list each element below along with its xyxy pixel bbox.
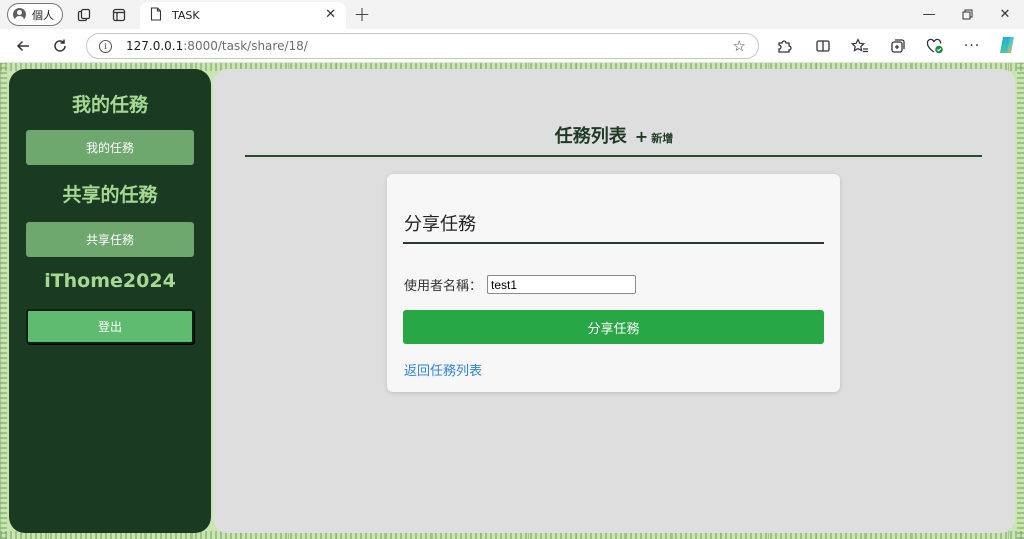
pattern-border-right <box>1017 63 1024 539</box>
username-input[interactable] <box>487 275 636 294</box>
pattern-border-left <box>0 63 7 539</box>
header-divider <box>245 155 982 157</box>
active-tab[interactable]: TASK ✕ <box>140 2 346 29</box>
close-tab-icon[interactable]: ✕ <box>325 7 336 22</box>
profile-label: 個人 <box>32 8 54 22</box>
my-tasks-button[interactable]: 我的任務 <box>26 130 194 165</box>
workspaces-icon[interactable] <box>74 5 94 25</box>
shared-tasks-button[interactable]: 共享任務 <box>26 222 194 257</box>
back-to-list-link[interactable]: 返回任務列表 <box>404 360 482 379</box>
plus-icon: + <box>634 127 649 146</box>
url-input[interactable]: i 127.0.0.1:8000/task/share/18/ ☆ <box>86 33 759 59</box>
main-panel: 任務列表 + 新增 分享任務 使用者名稱： 分享任務 返回任務列表 <box>213 69 1015 533</box>
favorites-icon[interactable] <box>850 36 870 56</box>
new-tab-icon[interactable]: + <box>352 2 372 26</box>
person-icon <box>13 8 26 21</box>
copilot-icon[interactable] <box>997 35 1017 55</box>
puzzle-icon[interactable] <box>774 36 794 56</box>
share-task-button[interactable]: 分享任務 <box>403 310 824 344</box>
tab-actions-icon[interactable] <box>109 5 129 25</box>
card-title: 分享任務 <box>404 214 476 235</box>
document-icon <box>150 7 162 24</box>
add-task-label: 新增 <box>651 132 674 145</box>
url-path: :8000/task/share/18/ <box>183 39 308 53</box>
page-background: 我的任務 我的任務 共享的任務 共享任務 iThome2024 登出 任務列表 … <box>0 63 1024 539</box>
sidebar-heading-my-tasks: 我的任務 <box>71 94 148 116</box>
browser-essentials-icon[interactable] <box>925 36 945 56</box>
restore-icon[interactable] <box>950 3 984 25</box>
card-divider <box>403 242 824 244</box>
share-task-card: 分享任務 使用者名稱： 分享任務 返回任務列表 <box>387 174 840 392</box>
sidebar-brand: iThome2024 <box>44 270 176 292</box>
refresh-icon[interactable] <box>50 36 70 56</box>
profile-button[interactable]: 個人 <box>7 3 63 26</box>
star-icon[interactable]: ☆ <box>733 37 746 55</box>
info-icon[interactable]: i <box>99 39 112 53</box>
page-title: 任務列表 <box>554 126 627 147</box>
add-task-link[interactable]: + 新增 <box>635 127 673 146</box>
close-window-icon[interactable]: ✕ <box>988 3 1022 25</box>
tab-title: TASK <box>172 9 200 22</box>
address-toolbar: i 127.0.0.1:8000/task/share/18/ ☆ ··· <box>0 29 1024 63</box>
sidebar-heading-shared: 共享的任務 <box>62 184 158 206</box>
url-host: 127.0.0.1 <box>126 39 184 53</box>
sidebar: 我的任務 我的任務 共享的任務 共享任務 iThome2024 登出 <box>9 69 211 533</box>
username-label: 使用者名稱： <box>404 279 483 294</box>
arrow-left-icon[interactable] <box>13 36 33 56</box>
collections-icon[interactable] <box>888 36 908 56</box>
logout-button[interactable]: 登出 <box>26 309 194 344</box>
more-icon[interactable]: ··· <box>962 36 982 56</box>
main-header: 任務列表 + 新增 <box>213 122 1015 148</box>
split-screen-icon[interactable] <box>813 36 833 56</box>
minimize-icon[interactable]: — <box>912 3 946 25</box>
browser-tab-bar: 個人 TASK ✕ + — ✕ <box>0 0 1024 29</box>
